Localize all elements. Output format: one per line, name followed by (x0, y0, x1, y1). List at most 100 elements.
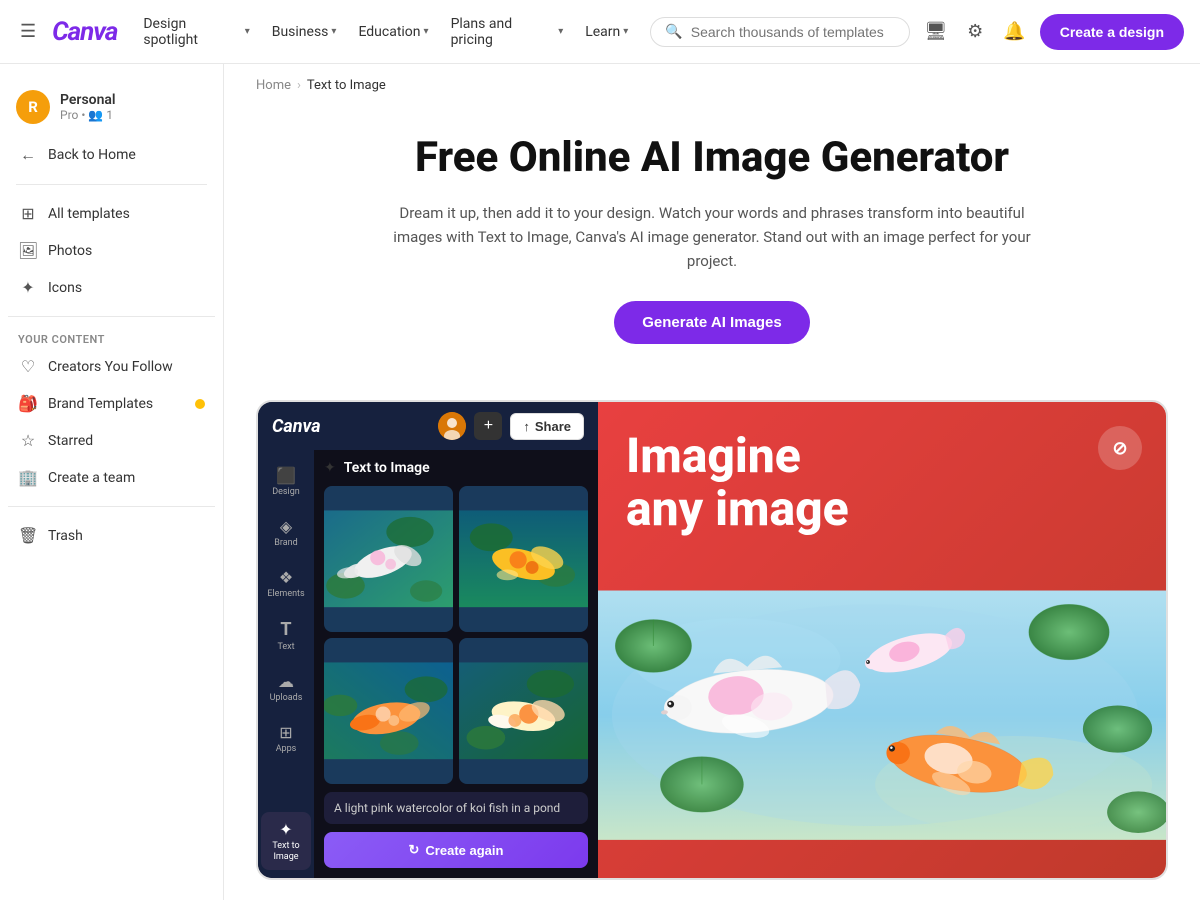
add-button[interactable]: + (474, 412, 502, 440)
hero-section: Free Online AI Image Generator Dream it … (224, 93, 1200, 376)
breadcrumb-separator: › (297, 78, 301, 93)
your-content-section: Your Content ♡ Creators You Follow 🎒 Bra… (0, 327, 223, 496)
star-icon: ☆ (18, 431, 38, 450)
sidebar-item-brand-templates[interactable]: 🎒 Brand Templates (8, 385, 215, 422)
prompt-box: A light pink watercolor of koi fish in a… (324, 792, 588, 825)
nav-links: Design spotlight ▾ Business ▾ Education … (133, 10, 638, 54)
tool-brand[interactable]: ◈ Brand (261, 509, 311, 556)
page-wrapper: R Personal Pro • 👥 1 ← Back to Home ⊞ Al… (0, 0, 1200, 900)
editor-body: ⬛ Design ◈ Brand ❖ Elements (258, 450, 598, 878)
fish-image-grid (324, 486, 588, 783)
t2i-header: ✦ Text to Image (324, 460, 588, 476)
trash-section: 🗑 Trash (0, 517, 223, 554)
sidebar: R Personal Pro • 👥 1 ← Back to Home ⊞ Al… (0, 64, 224, 900)
main-content: Home › Text to Image Free Online AI Imag… (224, 64, 1200, 900)
generate-ai-images-button[interactable]: Generate AI Images (614, 301, 810, 344)
chevron-down-icon: ▾ (623, 26, 628, 37)
user-meta: Pro • 👥 1 (60, 108, 116, 122)
create-design-button[interactable]: Create a design (1040, 14, 1184, 50)
tool-text-to-image[interactable]: ✦ Text to Image (261, 812, 311, 871)
sidebar-main-section: ← Back to Home ⊞ All templates 🖼 Photos … (0, 136, 223, 306)
your-content-label: Your Content (8, 327, 215, 348)
imagine-top: Imagineany image ⊘ (598, 402, 1166, 552)
editor-tool-sidebar: ⬛ Design ◈ Brand ❖ Elements (258, 450, 314, 878)
sidebar-back-home[interactable]: ← Back to Home (8, 136, 215, 174)
apps-icon: ⊞ (279, 723, 292, 742)
brand-templates-badge (195, 399, 205, 409)
heart-icon: ♡ (18, 357, 38, 376)
prompt-text: A light pink watercolor of koi fish in a… (334, 800, 578, 817)
breadcrumb-current: Text to Image (307, 78, 386, 93)
t2i-icon: ✦ (324, 460, 336, 476)
uploads-icon: ☁ (278, 672, 294, 691)
t2i-title: Text to Image (344, 460, 430, 476)
chevron-down-icon: ▾ (558, 26, 563, 37)
editor-panel: Canva + ↑ (258, 402, 598, 878)
trash-icon: 🗑 (18, 526, 38, 545)
create-again-button[interactable]: ↻ Create again (324, 832, 588, 868)
search-box[interactable]: 🔍 (650, 17, 910, 47)
search-icon: 🔍 (665, 24, 682, 40)
preview-card: Canva + ↑ (256, 400, 1168, 880)
elements-icon: ❖ (279, 568, 293, 587)
tool-text[interactable]: T Text (261, 611, 311, 660)
sidebar-item-templates[interactable]: ⊞ All templates (8, 195, 215, 232)
notification-icon[interactable]: 🔔 (997, 15, 1031, 48)
fish-image-4 (459, 638, 588, 784)
nav-business[interactable]: Business ▾ (262, 18, 347, 46)
design-icon: ⬛ (276, 466, 296, 485)
user-info: Personal Pro • 👥 1 (60, 92, 116, 122)
templates-icon: ⊞ (18, 204, 38, 223)
user-section: R Personal Pro • 👥 1 (0, 80, 223, 136)
fish-image-2 (459, 486, 588, 632)
t2i-panel: ✦ Text to Image (314, 450, 598, 878)
sidebar-item-photos[interactable]: 🖼 Photos (8, 232, 215, 269)
search-input[interactable] (691, 24, 896, 40)
refresh-icon: ↻ (409, 842, 420, 858)
koi-scene (598, 552, 1166, 878)
sidebar-item-trash[interactable]: 🗑 Trash (8, 517, 215, 554)
sidebar-divider-3 (8, 506, 215, 507)
icons-icon: ✦ (18, 278, 38, 297)
settings-icon[interactable]: ⚙ (961, 15, 989, 48)
breadcrumb: Home › Text to Image (224, 64, 1200, 93)
top-navigation: ☰ Canva Design spotlight ▾ Business ▾ Ed… (0, 0, 1200, 64)
t2i-tool-icon: ✦ (279, 820, 292, 839)
sidebar-item-starred[interactable]: ☆ Starred (8, 422, 215, 459)
nav-right-section: 🔍 🖥 ⚙ 🔔 Create a design (650, 14, 1184, 50)
editor-user-avatar (438, 412, 466, 440)
avatar: R (16, 90, 50, 124)
monitor-icon[interactable]: 🖥 (918, 15, 953, 48)
hamburger-menu[interactable]: ☰ (16, 17, 40, 46)
nav-plans-pricing[interactable]: Plans and pricing ▾ (441, 10, 574, 54)
tool-design[interactable]: ⬛ Design (261, 458, 311, 505)
imagine-panel: Imagineany image ⊘ (598, 402, 1166, 878)
canva-logo[interactable]: Canva (52, 17, 117, 47)
chevron-down-icon: ▾ (331, 26, 336, 37)
tool-uploads[interactable]: ☁ Uploads (261, 664, 311, 711)
nav-design-spotlight[interactable]: Design spotlight ▾ (133, 10, 259, 54)
brand-tool-icon: ◈ (280, 517, 292, 536)
tool-elements[interactable]: ❖ Elements (261, 560, 311, 607)
sidebar-divider-2 (8, 316, 215, 317)
editor-header: Canva + ↑ (258, 402, 598, 450)
nav-education[interactable]: Education ▾ (348, 18, 438, 46)
share-button[interactable]: ↑ Share (510, 413, 584, 440)
page-title: Free Online AI Image Generator (256, 133, 1168, 183)
sidebar-item-icons[interactable]: ✦ Icons (8, 269, 215, 306)
breadcrumb-home[interactable]: Home (256, 78, 291, 93)
editor-canva-logo: Canva (272, 416, 321, 437)
share-icon: ↑ (523, 419, 530, 434)
nav-learn[interactable]: Learn ▾ (575, 18, 638, 46)
tool-apps[interactable]: ⊞ Apps (261, 715, 311, 762)
fish-image-3 (324, 638, 453, 784)
text-icon: T (280, 619, 291, 640)
sidebar-item-create-team[interactable]: 🏢 Create a team (8, 459, 215, 496)
imagine-title: Imagineany image (626, 430, 1138, 536)
sidebar-item-creators-follow[interactable]: ♡ Creators You Follow (8, 348, 215, 385)
chevron-down-icon: ▾ (424, 26, 429, 37)
user-name: Personal (60, 92, 116, 108)
preview-area: Canva + ↑ (224, 376, 1200, 900)
fish-image-1 (324, 486, 453, 632)
arrow-left-icon: ← (18, 145, 38, 165)
